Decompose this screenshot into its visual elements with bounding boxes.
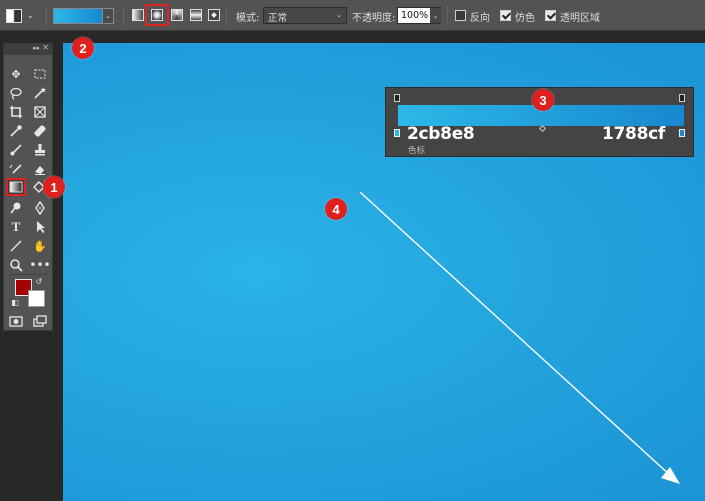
divider bbox=[46, 6, 47, 25]
collapse-icon[interactable]: ◂◂ bbox=[32, 44, 39, 52]
divider bbox=[123, 6, 124, 25]
gradient-preview[interactable]: ⌄ bbox=[53, 0, 115, 31]
gradient-tool-preset-icon bbox=[6, 8, 22, 23]
mode-value: 正常 bbox=[268, 13, 288, 24]
crop-tool-icon[interactable] bbox=[6, 103, 26, 121]
magic-wand-tool-icon[interactable] bbox=[30, 84, 50, 102]
chevron-down-icon[interactable]: ⌄ bbox=[103, 7, 114, 24]
frame-tool-icon[interactable] bbox=[30, 103, 50, 121]
dodge-tool-icon[interactable] bbox=[6, 199, 26, 217]
chevron-down-icon[interactable]: ⌄ bbox=[430, 8, 441, 23]
divider bbox=[10, 274, 48, 275]
pen-tool-icon[interactable] bbox=[30, 199, 50, 217]
opacity-value: 100% bbox=[401, 10, 429, 21]
options-bar: ⌄ ⌄ 模式: 正常 ⌄ 不透明度: 100% ⌄ 反向 仿色 透明区域 bbox=[0, 0, 705, 31]
dither-checkbox[interactable] bbox=[500, 10, 511, 21]
reverse-checkbox[interactable] bbox=[455, 10, 466, 21]
zoom-tool-icon[interactable] bbox=[6, 256, 26, 274]
move-tool-icon[interactable]: ✥ bbox=[6, 65, 26, 83]
reflected-gradient-button[interactable] bbox=[190, 9, 202, 21]
path-selection-tool-icon[interactable] bbox=[30, 218, 50, 236]
opacity-stop-left[interactable] bbox=[394, 94, 400, 102]
lasso-tool-icon[interactable] bbox=[6, 84, 26, 102]
marker-3: 3 bbox=[532, 89, 554, 111]
marker-1: 1 bbox=[43, 176, 65, 198]
history-brush-tool-icon[interactable] bbox=[6, 160, 26, 178]
angle-gradient-button[interactable] bbox=[171, 9, 183, 21]
clone-stamp-tool-icon[interactable] bbox=[30, 141, 50, 159]
chevron-down-icon: ⌄ bbox=[336, 11, 342, 19]
more-tools-icon[interactable]: ••• bbox=[29, 256, 50, 274]
linear-gradient-button[interactable] bbox=[132, 9, 144, 21]
transparency-checkbox[interactable] bbox=[545, 10, 556, 21]
close-icon[interactable]: ✕ bbox=[42, 43, 49, 52]
marker-2: 2 bbox=[72, 37, 94, 59]
divider bbox=[447, 6, 448, 25]
opacity-input[interactable]: 100% ⌄ bbox=[397, 7, 441, 24]
swap-colors-icon[interactable]: ↺ bbox=[33, 276, 45, 286]
color-stop-right[interactable] bbox=[679, 129, 685, 137]
default-colors-icon[interactable]: ◧ bbox=[10, 297, 20, 307]
healing-brush-tool-icon[interactable] bbox=[30, 122, 50, 140]
opacity-label: 不透明度: bbox=[352, 13, 396, 24]
toolbox-header[interactable]: ◂◂ ✕ bbox=[4, 43, 52, 55]
opacity-stop-right[interactable] bbox=[679, 94, 685, 102]
stop-label: 色标 bbox=[408, 146, 426, 156]
marquee-tool-icon[interactable] bbox=[30, 65, 50, 83]
line-tool-icon[interactable] bbox=[6, 237, 26, 255]
chevron-down-icon: ⌄ bbox=[27, 11, 34, 20]
tool-preset-picker[interactable]: ⌄ bbox=[6, 0, 42, 31]
eraser-tool-icon[interactable] bbox=[30, 160, 50, 178]
quick-mask-icon[interactable] bbox=[6, 312, 26, 330]
type-tool-icon[interactable]: T bbox=[6, 218, 26, 236]
photoshop-window: ⌄ ⌄ 模式: 正常 ⌄ 不透明度: 100% ⌄ 反向 仿色 透明区域 ◂◂ … bbox=[0, 0, 705, 501]
eyedropper-tool-icon[interactable] bbox=[6, 122, 26, 140]
background-color-swatch[interactable] bbox=[28, 290, 45, 307]
divider bbox=[226, 6, 227, 25]
screen-mode-icon[interactable] bbox=[30, 312, 50, 330]
reverse-label: 反向 bbox=[470, 13, 490, 24]
color-stop-left[interactable] bbox=[394, 129, 400, 137]
dither-label: 仿色 bbox=[515, 13, 535, 24]
hand-tool-icon[interactable]: ✋ bbox=[30, 237, 50, 255]
diamond-gradient-button[interactable] bbox=[208, 9, 220, 21]
gradient-tool-icon[interactable] bbox=[6, 178, 26, 196]
radial-gradient-button[interactable] bbox=[151, 9, 163, 21]
brush-tool-icon[interactable] bbox=[6, 141, 26, 159]
mode-select[interactable]: 正常 ⌄ bbox=[263, 7, 347, 24]
midpoint-diamond[interactable] bbox=[538, 124, 547, 133]
start-color-hex: 2cb8e8 bbox=[407, 124, 475, 144]
transparency-label: 透明区域 bbox=[560, 13, 600, 24]
marker-4: 4 bbox=[325, 198, 347, 220]
mode-label: 模式: bbox=[236, 13, 260, 24]
gradient-preview-swatch[interactable] bbox=[53, 7, 103, 24]
end-color-hex: 1788cf bbox=[602, 124, 665, 144]
